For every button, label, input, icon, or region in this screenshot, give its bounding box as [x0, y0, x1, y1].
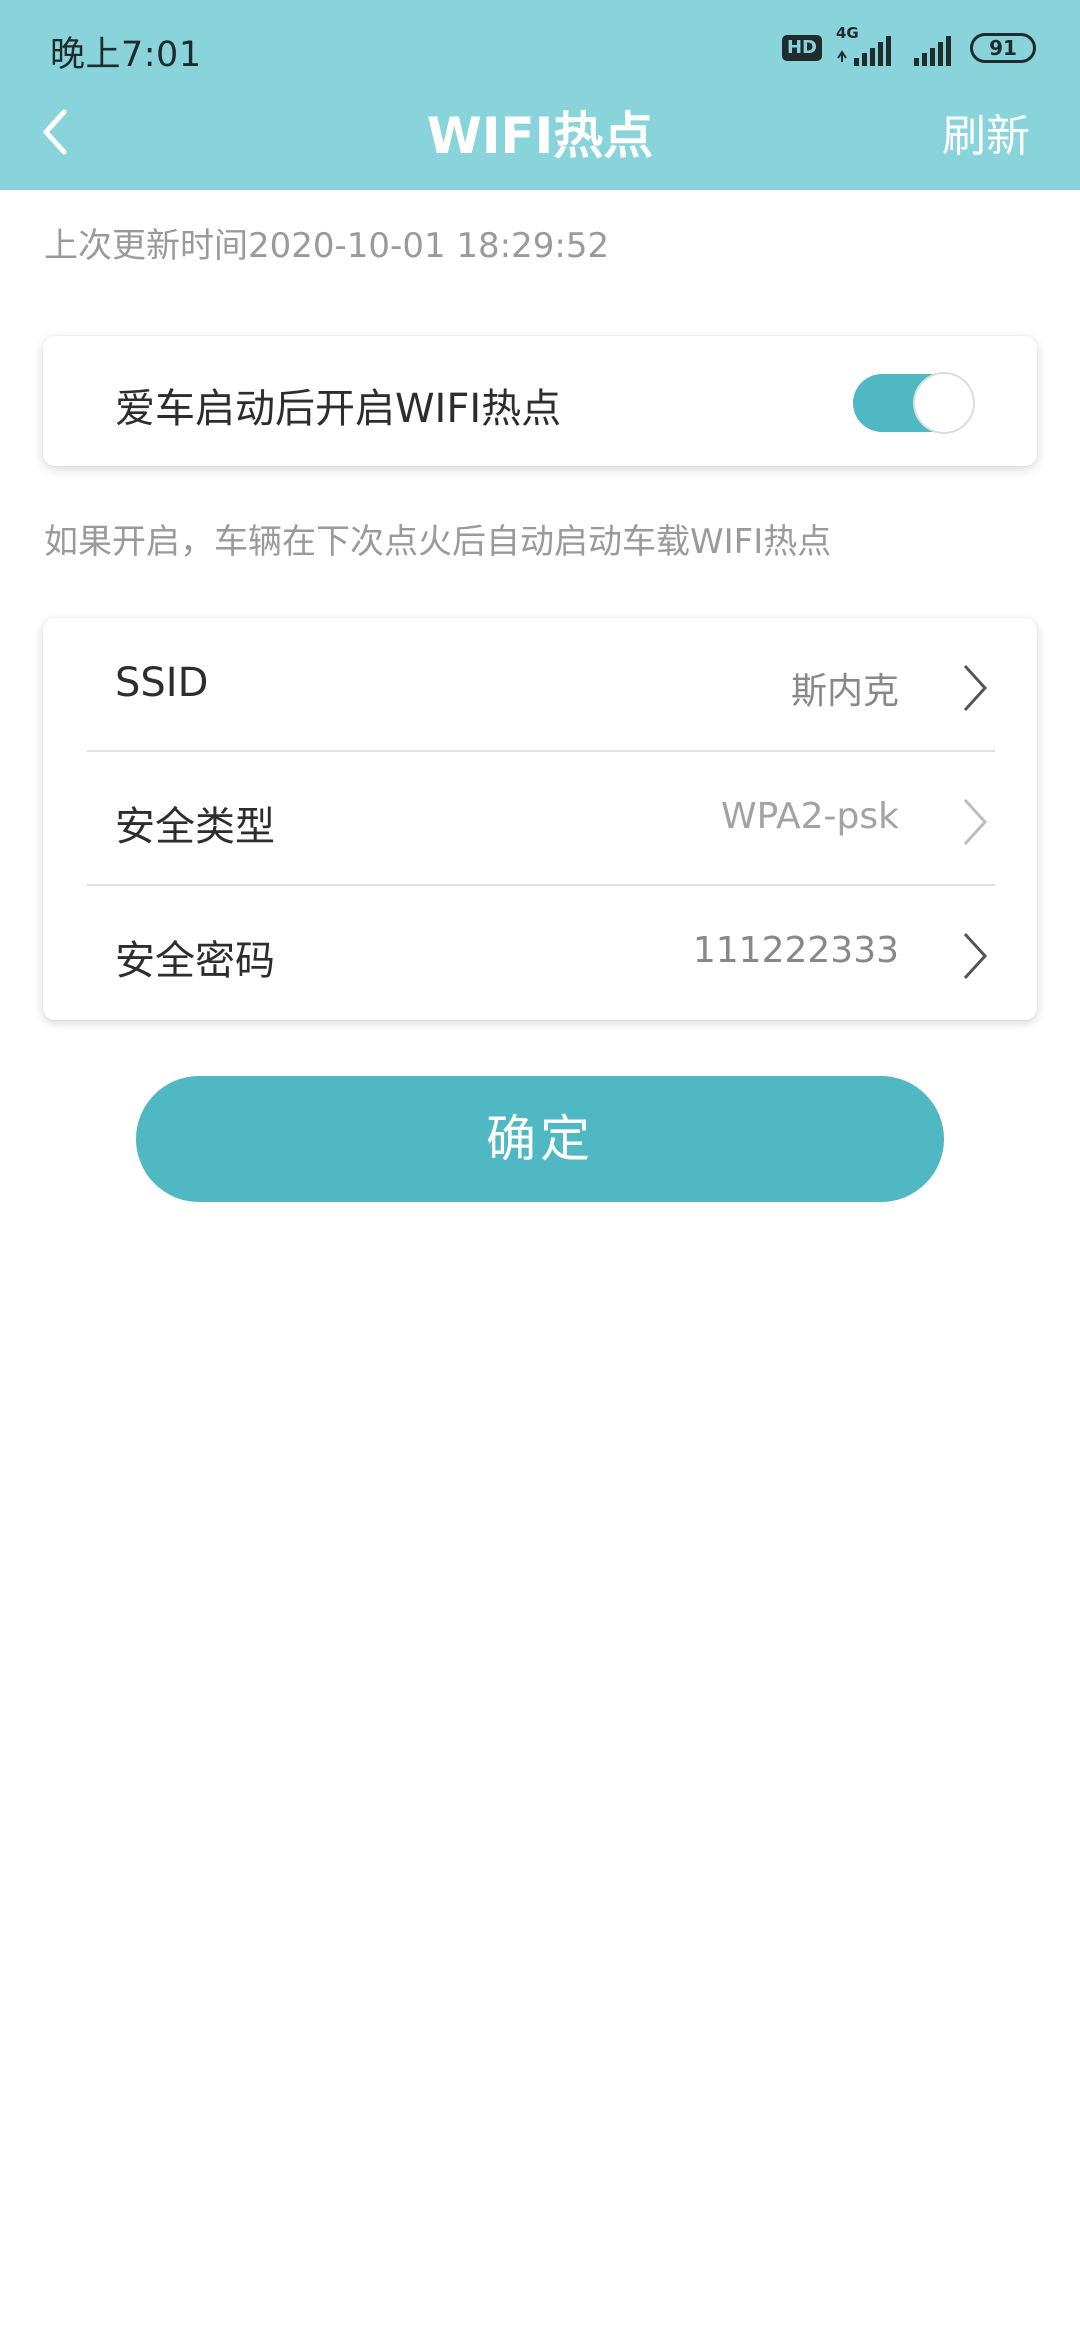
auto-hotspot-hint: 如果开启，车辆在下次点火后自动启动车载WIFI热点: [44, 522, 832, 562]
toggle-knob: [915, 374, 973, 432]
confirm-button[interactable]: 确定: [136, 1076, 944, 1202]
settings-row-ssid[interactable]: SSID 斯内克: [43, 618, 1037, 752]
ssid-label: SSID: [115, 660, 209, 706]
settings-row-password[interactable]: 安全密码 111222333: [43, 886, 1037, 1020]
security-type-label: 安全类型: [115, 804, 275, 850]
status-icons: HD 4G 91: [781, 24, 1036, 68]
app-header: 晚上7:01 HD 4G 91 WIFI热点 刷新: [0, 0, 1080, 190]
signal-icon: [914, 36, 951, 66]
chevron-right-icon: [963, 664, 988, 712]
last-update-text: 上次更新时间2020-10-01 18:29:52: [44, 226, 610, 266]
auto-hotspot-label: 爱车启动后开启WIFI热点: [115, 386, 562, 432]
ssid-value: 斯内克: [790, 671, 899, 712]
hd-icon: HD: [781, 35, 822, 61]
battery-level: 91: [989, 36, 1017, 60]
password-value: 111222333: [692, 930, 899, 971]
chevron-right-icon: [963, 798, 988, 846]
refresh-button[interactable]: 刷新: [942, 100, 1030, 164]
page-title: WIFI热点: [426, 107, 654, 165]
status-time: 晚上7:01: [50, 35, 202, 75]
chevron-right-icon: [963, 932, 988, 980]
password-label: 安全密码: [115, 938, 275, 984]
settings-row-security-type[interactable]: 安全类型 WPA2-psk: [43, 752, 1037, 886]
auto-hotspot-toggle[interactable]: [853, 374, 973, 432]
security-type-value: WPA2-psk: [721, 796, 899, 837]
back-button[interactable]: [36, 102, 76, 162]
battery-icon: 91: [970, 33, 1036, 63]
network-type-label: 4G: [836, 24, 859, 42]
chevron-left-icon: [43, 109, 67, 155]
auto-hotspot-card: 爱车启动后开启WIFI热点: [43, 336, 1037, 466]
signal-4g-icon: 4G: [836, 24, 898, 68]
hotspot-settings-card: SSID 斯内克 安全类型 WPA2-psk 安全密码 111222333: [43, 618, 1037, 1020]
